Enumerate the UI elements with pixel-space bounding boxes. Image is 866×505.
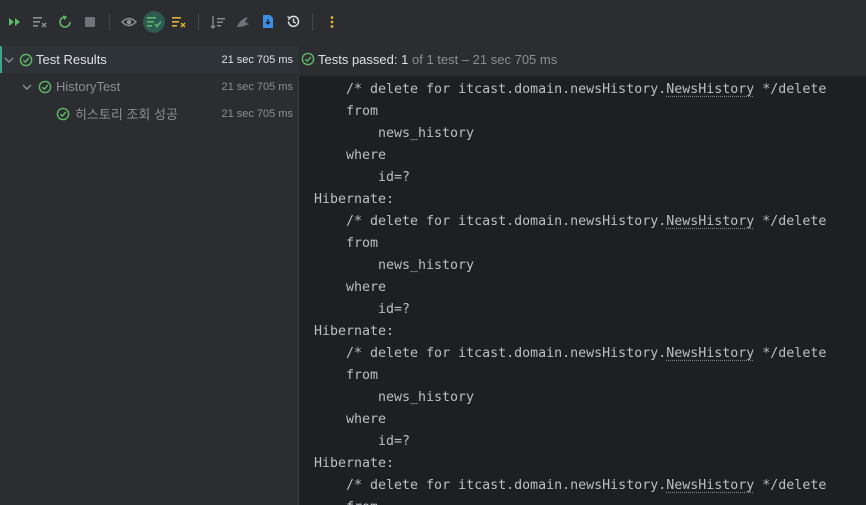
console-line-comment: /* delete for itcast.domain.newsHistory.… [346, 79, 826, 101]
stop-button[interactable] [79, 11, 101, 33]
status-text: Tests passed: 1 of 1 test – 21 sec 705 m… [318, 52, 557, 67]
tree-item-history-lookup-test[interactable]: 히스토리 조회 성공 21 sec 705 ms [0, 100, 298, 127]
sort-button[interactable] [207, 11, 229, 33]
console-text: /* delete for itcast.domain.newsHistory. [346, 82, 667, 97]
entity-link[interactable]: NewsHistory [666, 82, 754, 97]
chevron-down-icon[interactable] [3, 54, 15, 66]
tree-item-label: 히스토리 조회 성공 [75, 107, 178, 122]
status-passed-count: 1 [401, 52, 409, 67]
console-output[interactable]: /* delete for itcast.domain.newsHistory.… [299, 76, 866, 505]
toolbar-separator [312, 12, 313, 31]
test-status-bar: Tests passed: 1 of 1 test – 21 sec 705 m… [298, 43, 866, 76]
console-line-from: from [346, 497, 378, 505]
console-line-comment: /* delete for itcast.domain.newsHistory.… [346, 211, 826, 233]
show-passed-icon [147, 16, 162, 28]
tree-item-history-test[interactable]: HistoryTest 21 sec 705 ms [0, 73, 298, 100]
more-icon [330, 15, 334, 28]
console-line-table: news_history [378, 126, 475, 141]
tree-item-label: Test Results [36, 52, 107, 67]
show-ignored-icon [172, 16, 186, 27]
console-text: */delete [754, 82, 827, 97]
stop-icon [85, 16, 95, 27]
passed-check-icon [56, 107, 70, 121]
show-passed-toggle[interactable] [143, 10, 165, 33]
console-line-where: where [346, 280, 387, 295]
rerun-list-button[interactable] [29, 11, 51, 33]
toolbar-separator [198, 12, 199, 31]
test-toolbar [0, 0, 866, 43]
toolbar-separator [109, 12, 110, 31]
selection-indicator [0, 46, 2, 73]
console-text: */delete [754, 214, 827, 229]
console-line-where: where [346, 412, 387, 427]
import-tests-icon [237, 16, 249, 27]
console-line-from: from [346, 104, 379, 119]
show-ignored-button[interactable] [168, 11, 190, 33]
tree-item-label: HistoryTest [56, 79, 121, 94]
passed-check-icon [301, 52, 315, 66]
import-tests-button[interactable] [232, 11, 254, 33]
entity-link[interactable]: NewsHistory [666, 346, 754, 361]
export-icon [263, 15, 273, 28]
console-line-from: from [346, 368, 379, 383]
entity-link[interactable]: NewsHistory [666, 214, 754, 229]
console-line-from: from [346, 236, 379, 251]
console-line-hib: Hibernate: [314, 324, 395, 339]
console-line-table: news_history [378, 258, 475, 273]
console-line-hib: Hibernate: [314, 192, 395, 207]
console-text: /* delete for itcast.domain.newsHistory. [346, 214, 667, 229]
console-line-cond: id=? [378, 302, 411, 317]
tree-item-duration: 21 sec 705 ms [221, 80, 293, 93]
show-passed-button[interactable] [118, 11, 140, 33]
chevron-down-icon[interactable] [21, 81, 33, 93]
console-line-hib: Hibernate: [314, 456, 395, 471]
rerun-failed-button[interactable] [4, 11, 26, 33]
console-text: */delete [754, 478, 827, 493]
sort-icon [210, 15, 225, 29]
console-text: /* delete for itcast.domain.newsHistory. [346, 478, 667, 493]
console-line-cond: id=? [378, 170, 411, 185]
status-summary: of 1 test – 21 sec 705 ms [411, 52, 558, 67]
console-line-comment: /* delete for itcast.domain.newsHistory.… [346, 343, 826, 365]
toggle-auto-test-button[interactable] [54, 11, 76, 33]
export-button[interactable] [257, 11, 279, 33]
eye-icon [121, 17, 137, 26]
more-button[interactable] [321, 11, 343, 33]
toggle-auto-test-icon [59, 14, 71, 28]
status-label: Tests passed: [318, 52, 398, 67]
test-tree: Test Results 21 sec 705 ms HistoryTest 2… [0, 43, 298, 505]
console-text: /* delete for itcast.domain.newsHistory. [346, 346, 667, 361]
console-line-cond: id=? [378, 434, 411, 449]
console-line-where: where [346, 148, 387, 163]
console-line-comment: /* delete for itcast.domain.newsHistory.… [346, 475, 826, 497]
tree-item-duration: 21 sec 705 ms [221, 107, 293, 120]
console-text: */delete [754, 346, 827, 361]
passed-check-icon [19, 53, 33, 67]
history-icon [286, 15, 299, 28]
test-runner-window: Test Results 21 sec 705 ms HistoryTest 2… [0, 0, 866, 505]
entity-link[interactable]: NewsHistory [666, 478, 754, 493]
passed-check-icon [38, 80, 52, 94]
rerun-list-icon [33, 16, 47, 27]
tree-item-duration: 21 sec 705 ms [221, 53, 293, 66]
console-line-table: news_history [378, 390, 475, 405]
history-button[interactable] [282, 11, 304, 33]
rerun-failed-icon [9, 17, 20, 26]
tree-item-test-results[interactable]: Test Results 21 sec 705 ms [0, 46, 298, 73]
